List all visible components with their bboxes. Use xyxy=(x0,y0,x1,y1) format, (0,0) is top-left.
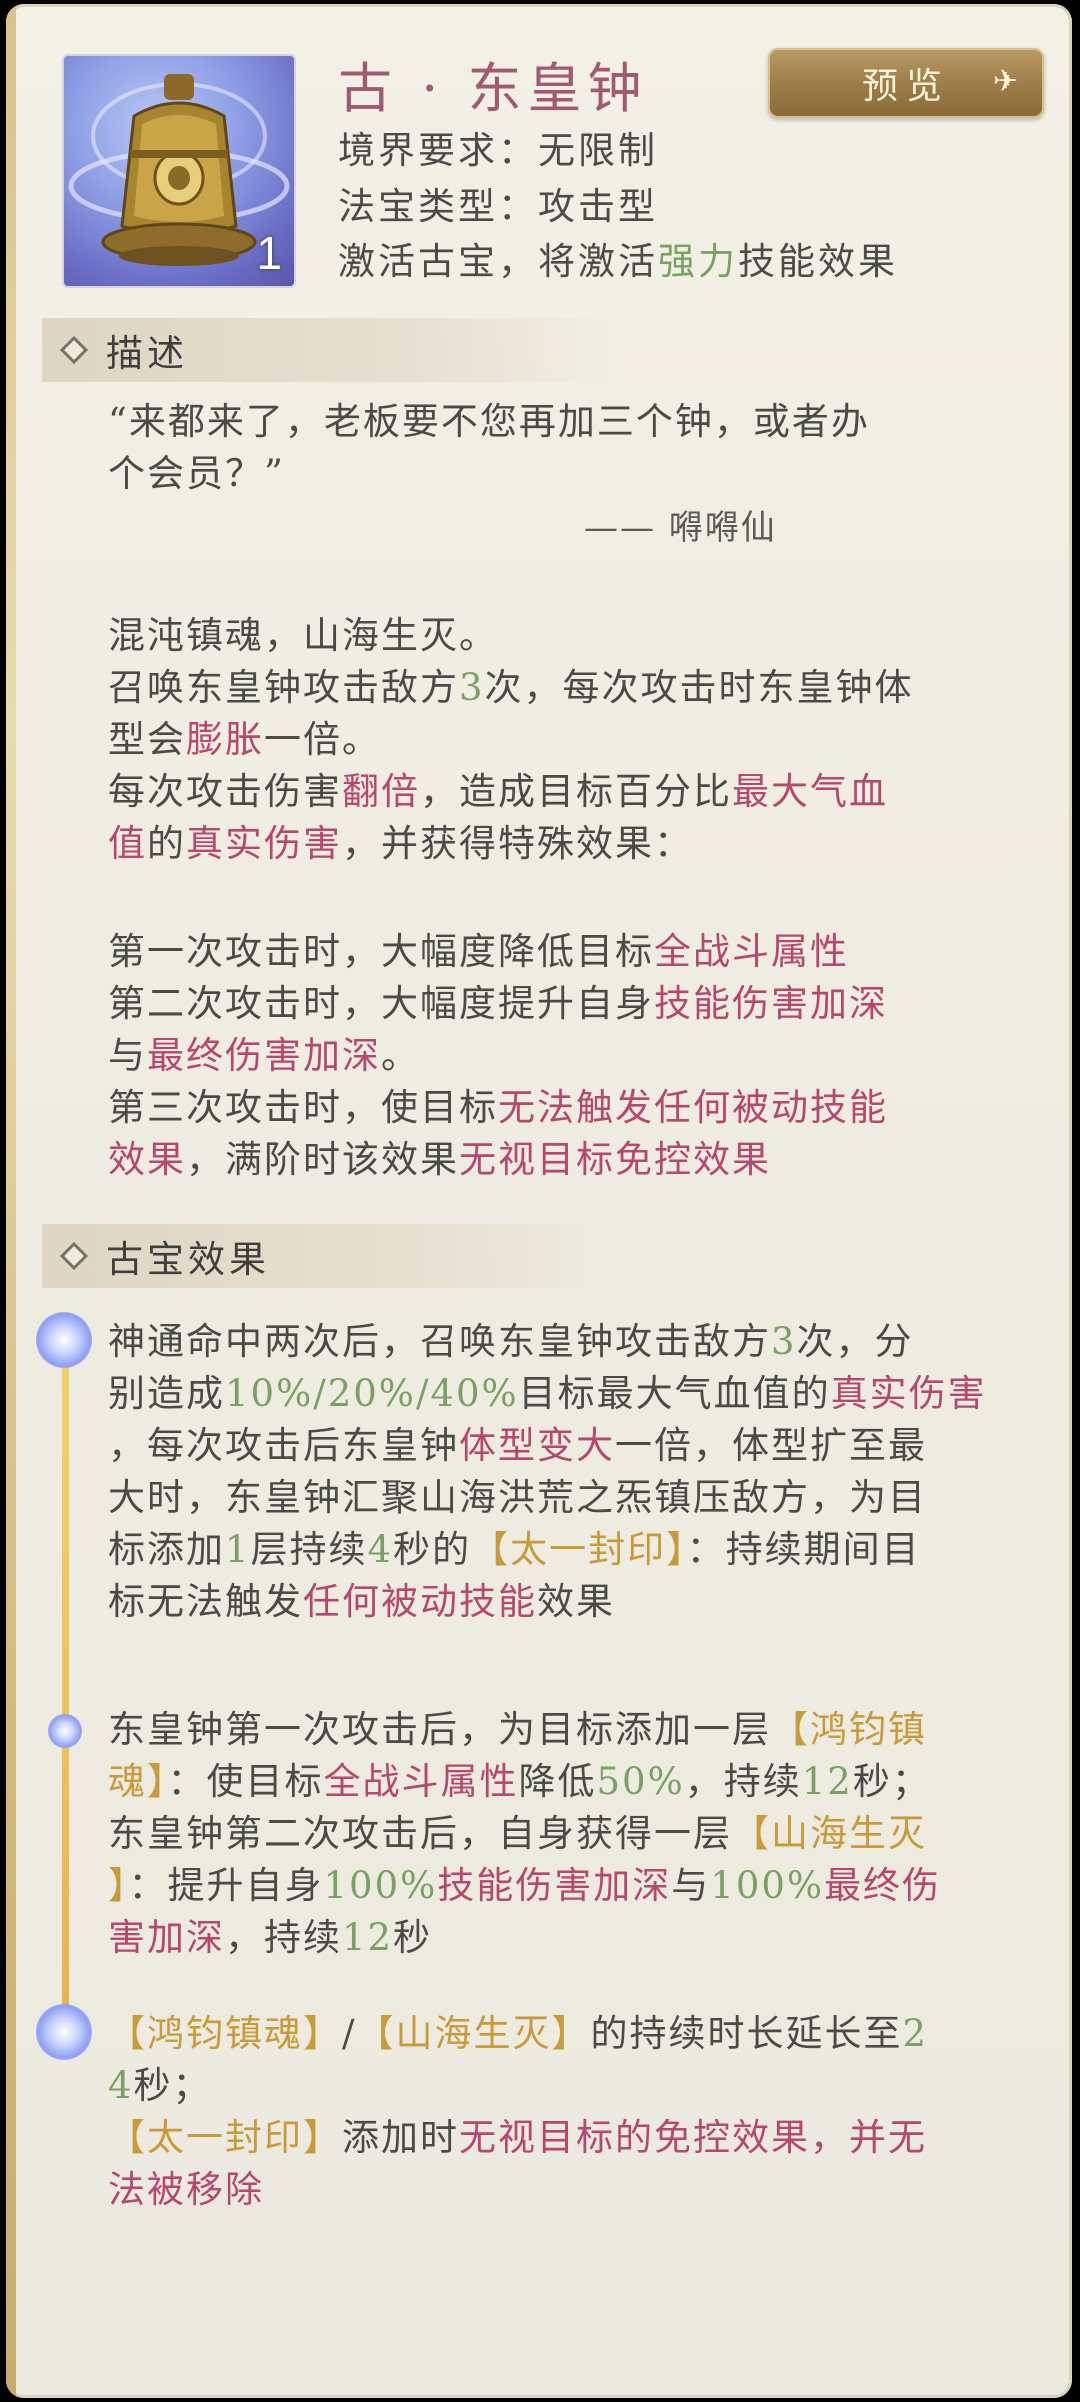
description-section-label: 描述 xyxy=(106,332,188,375)
description-section-header: 描述 xyxy=(42,318,622,382)
quote-author: —— 嘚嘚仙 xyxy=(584,508,777,548)
diamond-bullet-icon xyxy=(59,1241,89,1271)
treasure-icon[interactable]: 1 xyxy=(62,54,296,288)
treasure-type: 法宝类型：攻击型 xyxy=(338,185,658,228)
effect-timeline-bar xyxy=(62,1324,69,2014)
treasure-effect-section-label: 古宝效果 xyxy=(106,1238,270,1281)
preview-label: 预览 xyxy=(861,66,950,107)
realm-requirement: 境界要求：无限制 xyxy=(338,129,658,172)
sparkle-arrow-icon: ✈ xyxy=(992,64,1026,99)
effect-paragraph-2: 东皇钟第一次攻击后，为目标添加一层【鸿钧镇 魂】：使目标全战斗属性降低50%，持… xyxy=(108,1708,942,1959)
treasure-effect-section-header: 古宝效果 xyxy=(42,1224,622,1288)
preview-button[interactable]: 预览 ✈ xyxy=(768,48,1044,118)
effect-paragraph-1: 神通命中两次后，召唤东皇钟攻击敌方3次，分 别造成10%/20%/40%目标最大… xyxy=(108,1320,987,1623)
flame-orb-icon xyxy=(36,1312,92,1368)
flame-orb-icon xyxy=(36,2004,92,2060)
treasure-detail-card: 1 古 · 东皇钟 境界要求：无限制 法宝类型：攻击型 激活古宝，将激活强力技能… xyxy=(6,4,1072,2398)
description-body: 混沌镇魂，山海生灭。 召唤东皇钟攻击敌方3次，每次攻击时东皇钟体 型会膨胀一倍。… xyxy=(108,614,914,865)
attack-effects: 第一次攻击时，大幅度降低目标全战斗属性 第二次攻击时，大幅度提升自身技能伤害加深… xyxy=(108,930,888,1181)
small-orb-icon xyxy=(48,1714,82,1748)
diamond-bullet-icon xyxy=(59,335,89,365)
card-left-gold-edge xyxy=(6,4,16,2398)
activate-effect-line: 激活古宝，将激活强力技能效果 xyxy=(338,240,898,283)
effect-paragraph-3: 【鸿钧镇魂】/【山海生灭】的持续时长延长至2 4秒； 【太一封印】添加时无视目标… xyxy=(108,2012,929,2211)
treasure-title: 古 · 东皇钟 xyxy=(338,57,648,120)
quote-text: “来都来了，老板要不您再加三个钟，或者办 个会员？” xyxy=(108,400,870,495)
treasure-level: 1 xyxy=(256,227,282,279)
